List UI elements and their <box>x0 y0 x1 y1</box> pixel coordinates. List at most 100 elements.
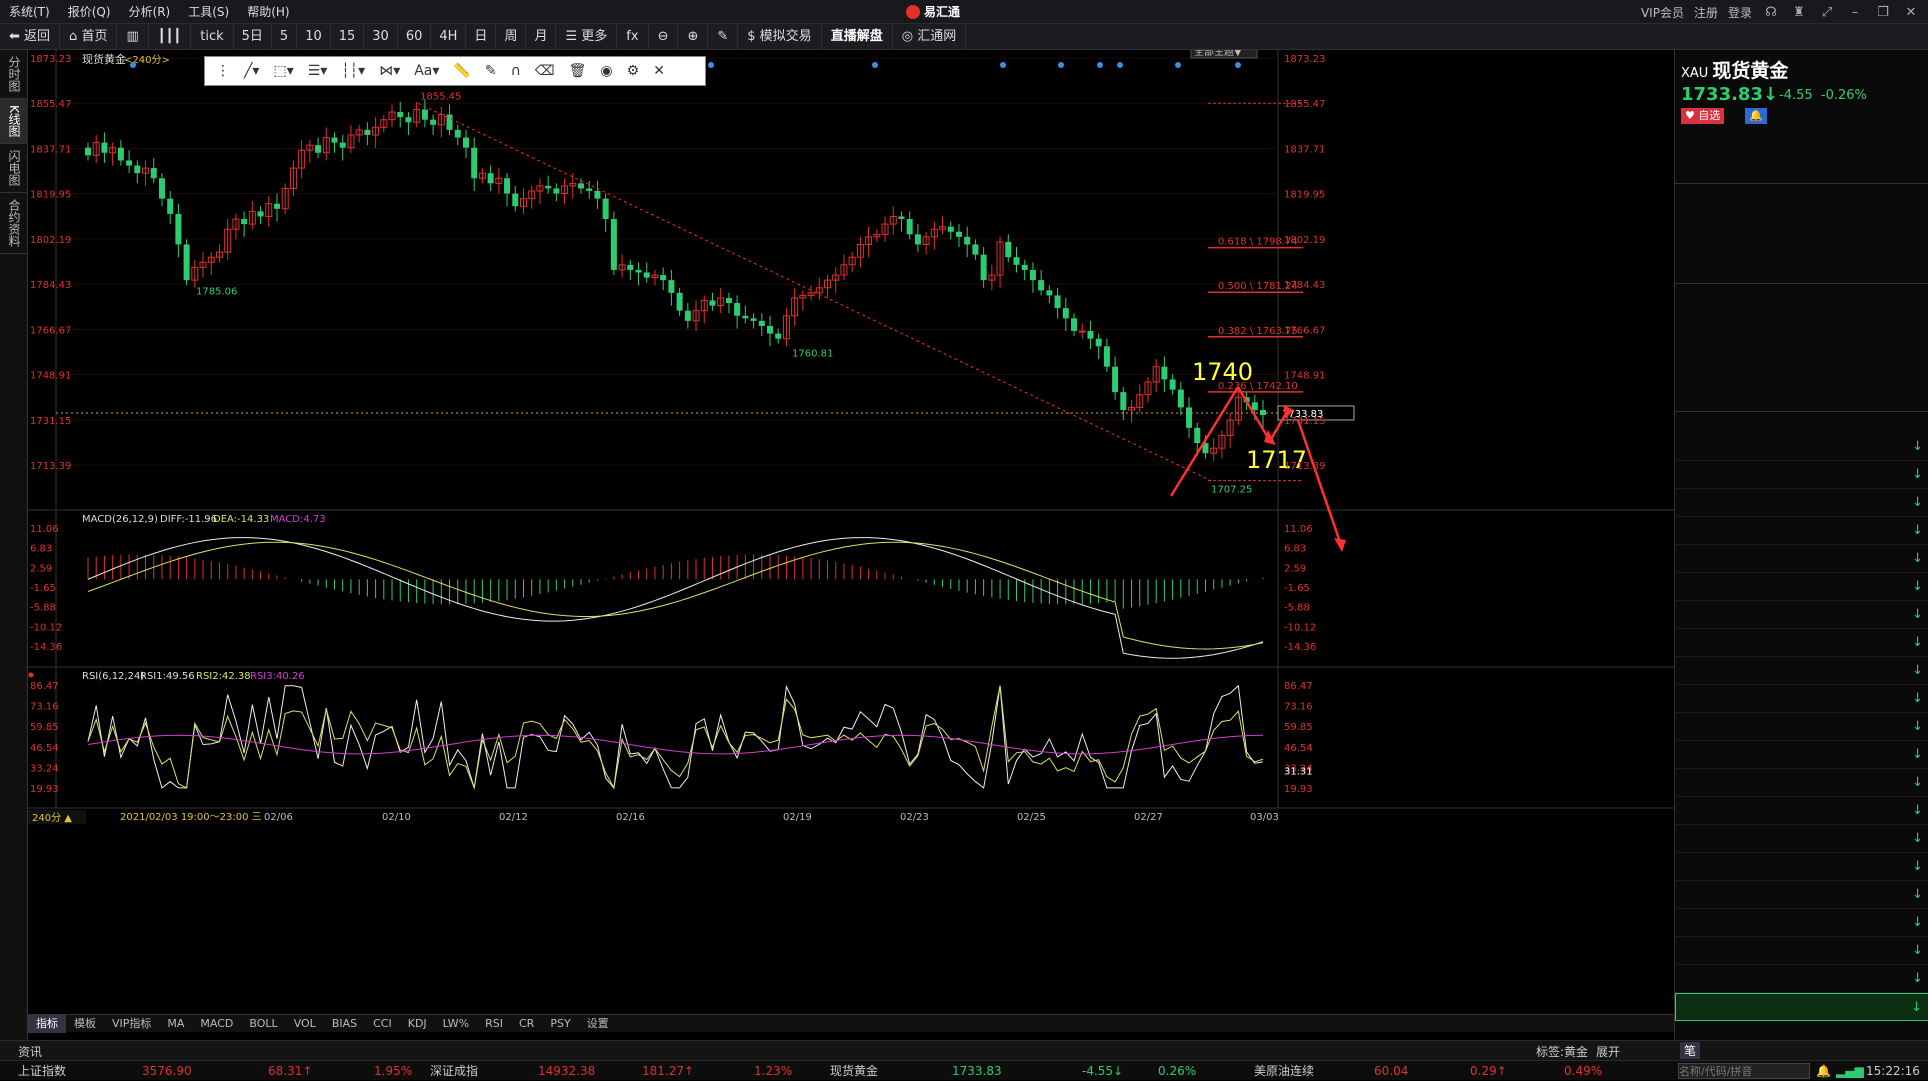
indicator-tab[interactable]: 设置 <box>579 1015 617 1033</box>
more-button[interactable]: ☰ 更多 <box>556 23 618 50</box>
period-day[interactable]: 日 <box>466 23 497 50</box>
indicator-tab[interactable]: MA <box>159 1015 192 1033</box>
indicator-tab[interactable]: 模板 <box>66 1015 104 1033</box>
rsi1-line <box>87 684 1264 790</box>
channel-tool-icon[interactable]: ☰▾ <box>303 63 333 79</box>
line-tool-icon[interactable]: ╱▾ <box>239 63 264 79</box>
indicator-tab[interactable]: RSI <box>477 1015 511 1033</box>
draw-pen-icon[interactable]: ✎ <box>708 23 739 50</box>
status-chg: 181.27↑ <box>642 1064 695 1078</box>
restore-icon[interactable]: ❐ <box>1874 5 1892 20</box>
indicator-tab[interactable]: LW% <box>435 1015 477 1033</box>
kline-chart[interactable]: 1855.451785.061760.811707.250.618 \ 1798… <box>28 43 1674 1040</box>
indicator-tab[interactable]: PSY <box>542 1015 578 1033</box>
news-expand[interactable]: 展开 <box>1596 1043 1620 1060</box>
news-label[interactable]: 资讯 <box>18 1043 42 1060</box>
status-name[interactable]: 上证指数 <box>18 1061 66 1081</box>
kline-type-icon[interactable]: ▥ <box>117 23 149 50</box>
indicator-tab[interactable]: MACD <box>192 1015 241 1033</box>
back-button[interactable]: ⬅ 返回 <box>0 23 61 50</box>
close-drawbar-icon[interactable]: ✕ <box>648 63 670 79</box>
indicator-tab[interactable]: KDJ <box>400 1015 435 1033</box>
login-link[interactable]: 登录 <box>1728 4 1752 21</box>
indicator-tab[interactable]: VIP指标 <box>104 1015 159 1033</box>
menu-help[interactable]: 帮助(H) <box>238 0 298 24</box>
period-60[interactable]: 60 <box>398 23 432 50</box>
indicator-tab[interactable]: VOL <box>286 1015 324 1033</box>
tab-contract[interactable]: 合约资料 <box>0 193 28 254</box>
period-tick[interactable]: tick <box>191 23 234 50</box>
indicator-tab[interactable]: CR <box>511 1015 542 1033</box>
favorite-button[interactable]: ♥ 自选 <box>1681 108 1725 124</box>
fullscreen-icon[interactable]: ⤢ <box>1818 5 1836 20</box>
settings-icon[interactable]: ⚙ <box>622 63 645 79</box>
candle-body <box>775 333 782 339</box>
zoom-in-icon[interactable]: ⊕ <box>678 23 709 50</box>
close-icon[interactable]: ✕ <box>1902 5 1920 20</box>
status-name[interactable]: 现货黄金 <box>830 1061 878 1081</box>
indicator-tab[interactable]: BOLL <box>241 1015 285 1033</box>
trash-icon[interactable]: 🗑 <box>564 63 592 79</box>
candle-body <box>241 219 248 225</box>
status-name[interactable]: 深证成指 <box>430 1061 478 1081</box>
drag-handle-icon[interactable]: ⋮ <box>211 63 235 79</box>
register-link[interactable]: 注册 <box>1694 4 1718 21</box>
menu-analysis[interactable]: 分析(R) <box>120 0 180 24</box>
price-level-left: 1766.67 <box>30 325 71 336</box>
huitong-button[interactable]: ◎ 汇通网 <box>893 23 967 50</box>
minimize-icon[interactable]: – <box>1846 5 1864 20</box>
zoom-out-icon[interactable]: ⊖ <box>649 23 679 50</box>
period-month[interactable]: 月 <box>526 23 557 50</box>
eraser-icon[interactable]: ⌫ <box>530 63 560 79</box>
pen-icon[interactable]: ✎ <box>480 63 502 79</box>
period-30[interactable]: 30 <box>364 23 398 50</box>
period-5day[interactable]: 5日 <box>234 23 272 50</box>
sim-trade-button[interactable]: $ 模拟交易 <box>738 23 822 50</box>
indicator-tab[interactable]: 指标 <box>28 1014 66 1033</box>
home-button[interactable]: ⌂ 首页 <box>60 23 118 50</box>
vip-link[interactable]: VIP会员 <box>1641 4 1684 21</box>
quote-row <box>1675 384 1928 409</box>
skin-icon[interactable]: ♜ <box>1790 5 1808 20</box>
low-label: 1760.81 <box>792 348 833 359</box>
shape-tool-icon[interactable]: ⬚▾ <box>268 63 298 79</box>
pattern-tool-icon[interactable]: ⋈▾ <box>374 63 405 79</box>
period-15[interactable]: 15 <box>331 23 365 50</box>
rsi-2: RSI2:42.38 <box>196 671 251 682</box>
down-arrow-icon: ↓ <box>1911 1000 1922 1015</box>
period-10[interactable]: 10 <box>297 23 331 50</box>
tab-timeshare[interactable]: 分时图 <box>0 50 28 99</box>
indicator-tab[interactable]: BIAS <box>324 1015 365 1033</box>
search-input[interactable] <box>1678 1063 1810 1079</box>
menu-quote[interactable]: 报价(Q) <box>59 0 120 24</box>
menu-system[interactable]: 系统(T) <box>0 0 59 24</box>
tab-flash[interactable]: 闪电图 <box>0 144 28 193</box>
alert-bell-icon[interactable]: 🔔 <box>1745 108 1767 124</box>
side-tab[interactable]: 笔 <box>1680 1042 1701 1059</box>
headset-icon[interactable]: ☊ <box>1762 5 1780 20</box>
text-tool-icon[interactable]: Aa▾ <box>409 63 444 79</box>
status-bar: 上证指数 3576.90 68.31↑ 1.95% 深证成指 14932.38 181.27… <box>0 1060 1928 1080</box>
formula-button[interactable]: fx <box>617 23 649 50</box>
chart-area[interactable]: 1855.45 1785.06 1760.81 1707.25 0.618 \ 1798… <box>28 43 1674 1040</box>
period-week[interactable]: 周 <box>496 23 527 50</box>
menu-tools[interactable]: 工具(S) <box>179 0 238 24</box>
candle-type-icon[interactable]: ┃┃┃ <box>149 23 192 50</box>
period-4h[interactable]: 4H <box>431 23 467 50</box>
tick-row: ↓ <box>1675 797 1928 825</box>
candle-body <box>758 320 765 326</box>
candle-body <box>964 236 971 245</box>
notification-icon[interactable]: 🔔 <box>1816 1061 1831 1081</box>
magnet-icon[interactable]: ∩ <box>506 63 526 79</box>
news-tag[interactable]: 标签:黄金 <box>1536 1043 1588 1060</box>
period-5[interactable]: 5 <box>272 23 298 50</box>
eye-icon[interactable]: ◉ <box>595 63 617 79</box>
down-arrow-icon: ↓ <box>1912 943 1923 958</box>
price-level-left: 1855.47 <box>30 99 71 110</box>
fib-tool-icon[interactable]: ┆┆▾ <box>336 63 370 79</box>
live-button[interactable]: 直播解盘 <box>822 23 893 50</box>
status-name[interactable]: 美原油连续 <box>1254 1061 1314 1081</box>
indicator-tab[interactable]: CCI <box>365 1015 400 1033</box>
ruler-icon[interactable]: 📏 <box>448 63 475 79</box>
tab-kline[interactable]: K线图 <box>0 99 28 144</box>
